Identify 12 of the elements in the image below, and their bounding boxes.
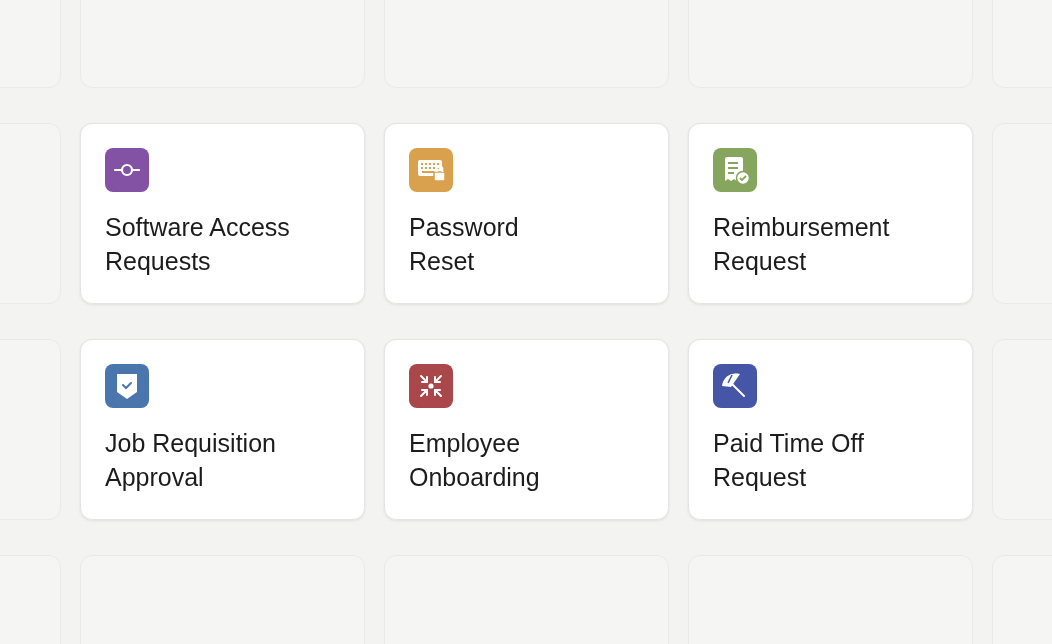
- card-title: Password Reset: [409, 212, 520, 277]
- card-title: Paid Time Off Request: [713, 428, 865, 493]
- service-card[interactable]: Employee Onboarding: [384, 339, 669, 520]
- card-title: Software Access Requests: [105, 212, 291, 277]
- service-card[interactable]: Paid Time Off Request: [688, 339, 973, 520]
- service-card[interactable]: Software Access Requests: [80, 123, 365, 304]
- service-card[interactable]: Password Reset: [384, 123, 669, 304]
- card-title: Employee Onboarding: [409, 428, 541, 493]
- card-title: Job Requisition Approval: [105, 428, 277, 493]
- service-card[interactable]: Reimbursement Request: [688, 123, 973, 304]
- service-card[interactable]: Job Requisition Approval: [80, 339, 365, 520]
- card-title: Reimbursement Request: [713, 212, 891, 277]
